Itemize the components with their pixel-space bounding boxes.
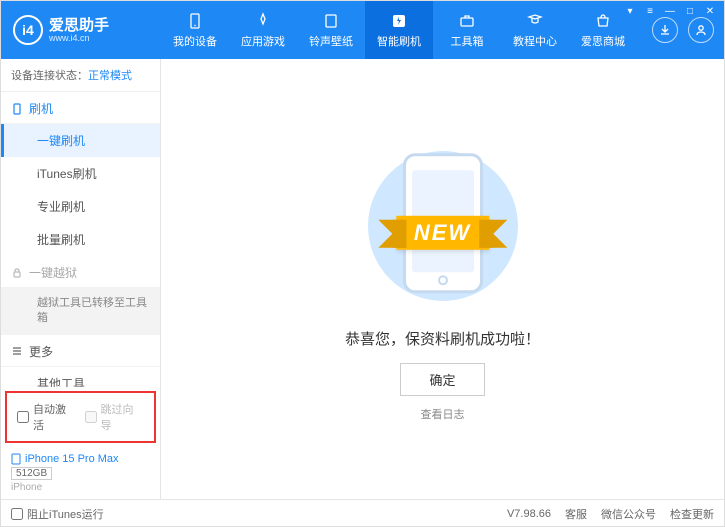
nav-tutorial[interactable]: 教程中心 (501, 1, 569, 59)
section-jailbreak: 一键越狱 (1, 256, 160, 288)
sidebar: 设备连接状态：正常模式 刷机 一键刷机 iTunes刷机 专业刷机 批量刷机 一… (1, 59, 161, 499)
success-illustration: NEW (353, 136, 533, 316)
view-log-link[interactable]: 查看日志 (421, 406, 465, 422)
options-box: 自动激活 跳过向导 (5, 391, 156, 443)
nav-label: 智能刷机 (377, 33, 421, 49)
apps-icon (254, 12, 272, 30)
menu-button[interactable]: ▾ (621, 4, 639, 18)
footer: 阻止iTunes运行 V7.98.66 客服 微信公众号 检查更新 (1, 499, 724, 527)
skip-guide-checkbox[interactable]: 跳过向导 (85, 401, 145, 433)
nav-label: 我的设备 (173, 33, 217, 49)
nav-flash[interactable]: 智能刷机 (365, 1, 433, 59)
confirm-button[interactable]: 确定 (400, 363, 484, 396)
toolbox-icon (458, 12, 476, 30)
device-info[interactable]: iPhone 15 Pro Max 512GB iPhone (1, 447, 160, 499)
sidebar-item-oneclick[interactable]: 一键刷机 (1, 124, 160, 157)
nav-my-device[interactable]: 我的设备 (161, 1, 229, 59)
sidebar-item-batch[interactable]: 批量刷机 (1, 223, 160, 256)
section-flash[interactable]: 刷机 (1, 92, 160, 124)
nav-label: 爱思商城 (581, 33, 625, 49)
connection-status: 设备连接状态：正常模式 (1, 59, 160, 92)
auto-activate-checkbox[interactable]: 自动激活 (17, 401, 77, 433)
nav-ringtone[interactable]: 铃声壁纸 (297, 1, 365, 59)
nav-label: 教程中心 (513, 33, 557, 49)
sidebar-item-pro[interactable]: 专业刷机 (1, 190, 160, 223)
header-actions (642, 17, 724, 43)
footer-wechat[interactable]: 微信公众号 (601, 506, 656, 522)
version-label: V7.98.66 (507, 508, 551, 520)
close-button[interactable]: ✕ (701, 4, 719, 18)
window-controls: ▾ ≡ — □ ✕ (621, 4, 719, 18)
success-message: 恭喜您，保资料刷机成功啦！ (345, 328, 540, 349)
section-more[interactable]: 更多 (1, 335, 160, 367)
app-name: 爱思助手 (49, 18, 109, 33)
footer-support[interactable]: 客服 (565, 506, 587, 522)
nav-label: 工具箱 (451, 33, 484, 49)
sidebar-item-itunes[interactable]: iTunes刷机 (1, 157, 160, 190)
app-url: www.i4.cn (49, 33, 109, 43)
sidebar-item-othertools[interactable]: 其他工具 (1, 367, 160, 387)
logo: i4 爱思助手 www.i4.cn (1, 15, 161, 45)
maximize-button[interactable]: □ (681, 4, 699, 18)
footer-update[interactable]: 检查更新 (670, 506, 714, 522)
ringtone-icon (322, 12, 340, 30)
tutorial-icon (526, 12, 544, 30)
more-icon (11, 345, 23, 357)
nav-apps[interactable]: 应用游戏 (229, 1, 297, 59)
device-storage: 512GB (11, 467, 52, 480)
nav-toolbox[interactable]: 工具箱 (433, 1, 501, 59)
logo-icon: i4 (13, 15, 43, 45)
top-nav: 我的设备 应用游戏 铃声壁纸 智能刷机 工具箱 教程中心 爱思商城 (161, 1, 642, 59)
sidebar-jailbreak-note: 越狱工具已转移至工具箱 (1, 288, 160, 335)
device-icon (186, 12, 204, 30)
settings-button[interactable]: ≡ (641, 4, 659, 18)
app-header: ▾ ≡ — □ ✕ i4 爱思助手 www.i4.cn 我的设备 应用游戏 铃声… (1, 1, 724, 59)
nav-label: 应用游戏 (241, 33, 285, 49)
user-button[interactable] (688, 17, 714, 43)
new-ribbon: NEW (396, 216, 489, 250)
nav-label: 铃声壁纸 (309, 33, 353, 49)
download-button[interactable] (652, 17, 678, 43)
shop-icon (594, 12, 612, 30)
minimize-button[interactable]: — (661, 4, 679, 18)
flash-section-icon (11, 103, 23, 115)
device-name-text: iPhone 15 Pro Max (25, 453, 119, 465)
block-itunes-checkbox[interactable]: 阻止iTunes运行 (11, 506, 104, 522)
main-content: NEW 恭喜您，保资料刷机成功啦！ 确定 查看日志 (161, 59, 724, 499)
flash-icon (390, 12, 408, 30)
phone-icon (11, 453, 21, 465)
lock-icon (11, 267, 23, 279)
device-type: iPhone (11, 482, 150, 493)
